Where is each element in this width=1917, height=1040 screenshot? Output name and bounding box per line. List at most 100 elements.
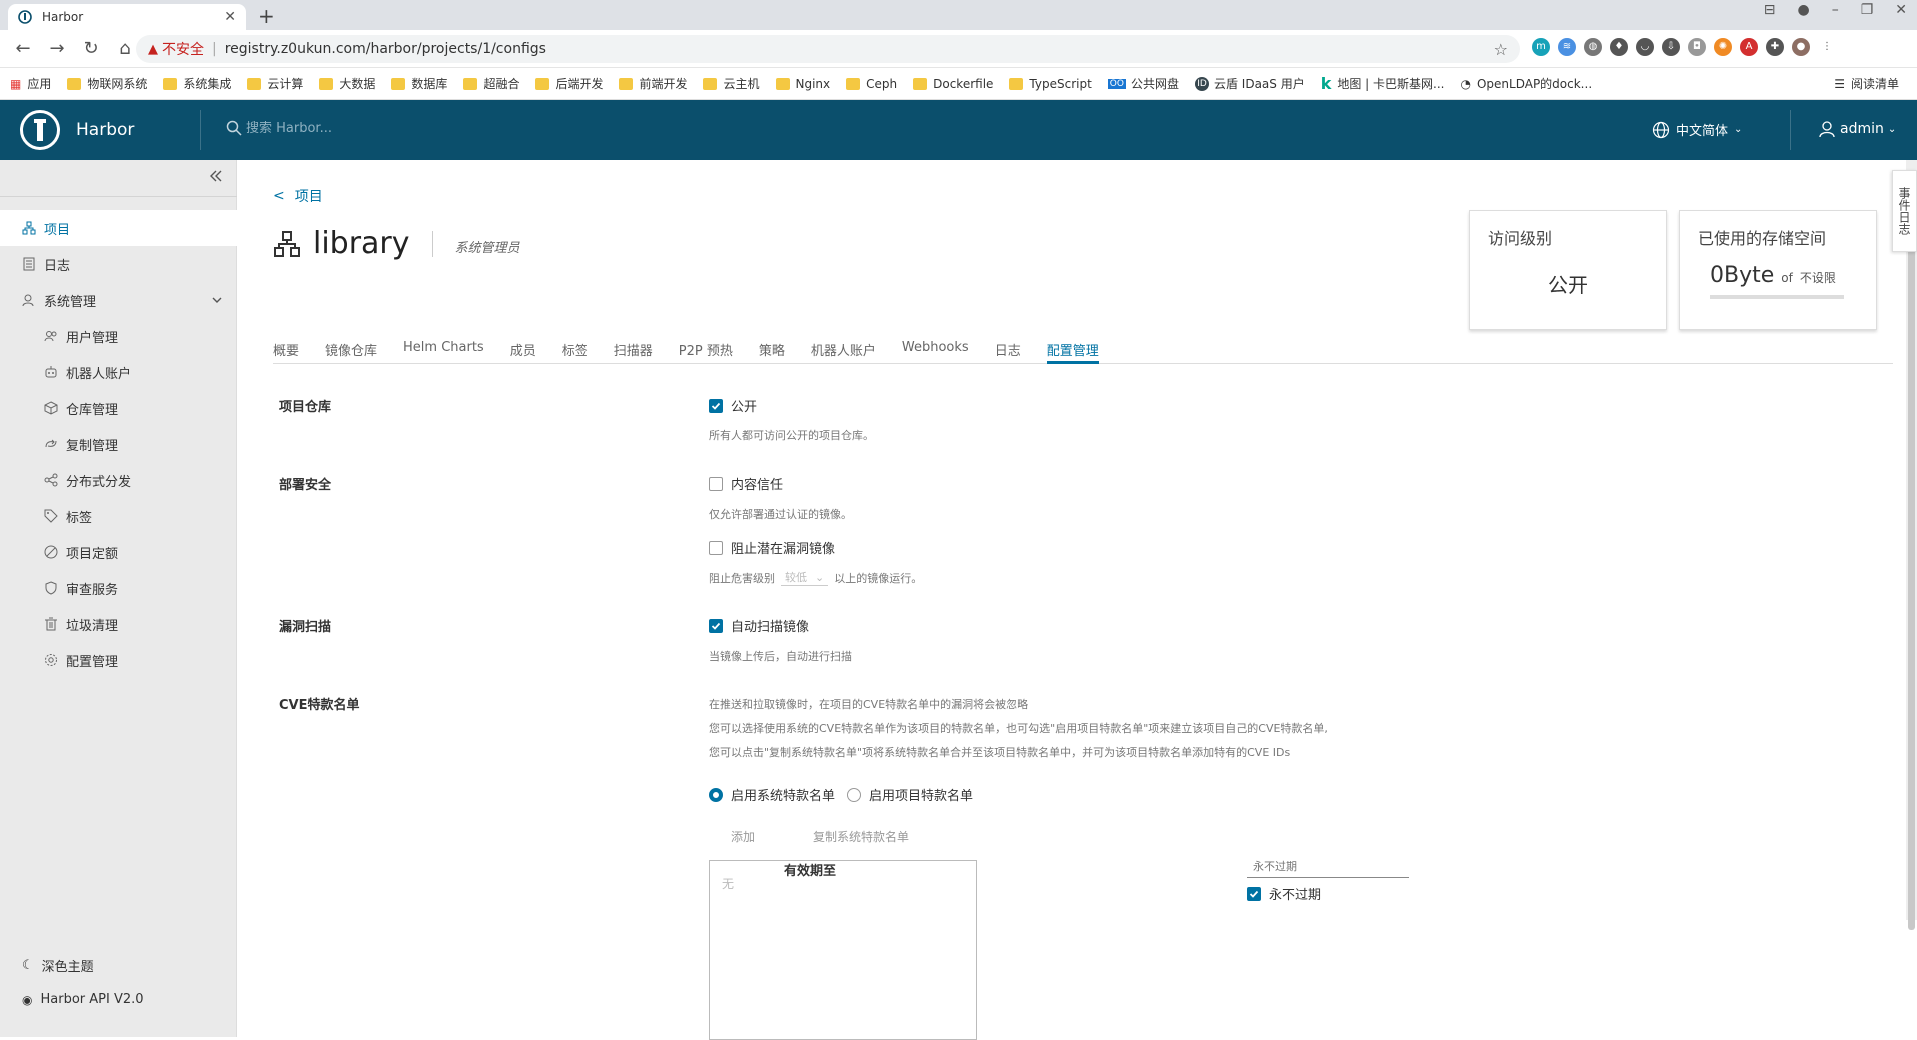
bookmark-folder[interactable]: Ceph <box>846 77 897 91</box>
sidebar-item-logs[interactable]: 日志 <box>0 246 237 282</box>
tab-labels[interactable]: 标签 <box>562 336 588 364</box>
search-input[interactable] <box>246 120 406 136</box>
project-allowlist-radio[interactable]: 启用项目特款名单 <box>847 785 973 804</box>
copy-system-allowlist-button[interactable]: 复制系统特款名单 <box>813 828 909 845</box>
profile-icon[interactable]: ⊟ <box>1764 2 1776 18</box>
add-cve-button[interactable]: 添加 <box>731 828 755 845</box>
bookmark-folder[interactable]: 系统集成 <box>163 75 231 92</box>
restore-icon[interactable]: ❐ <box>1861 2 1874 18</box>
sidebar-item-quotas[interactable]: 项目定额 <box>0 534 237 570</box>
tab-policy[interactable]: 策略 <box>759 336 785 364</box>
bookmark-folder[interactable]: 大数据 <box>319 75 375 92</box>
event-log-tab[interactable]: 事件日志 <box>1892 170 1917 252</box>
extension-cup-icon[interactable]: ◘ <box>1688 38 1706 56</box>
bookmark-folder[interactable]: TypeScript <box>1009 77 1092 91</box>
cve-desc-1: 在推送和拉取镜像时，在项目的CVE特款名单中的漏洞将会被忽略 <box>709 698 1029 711</box>
url-bar[interactable]: ▲ 不安全 | registry.z0ukun.com/harbor/proje… <box>136 35 1520 63</box>
tab-p2p-preheat[interactable]: P2P 预热 <box>679 336 733 364</box>
user-menu[interactable]: admin ⌄ <box>1818 120 1896 138</box>
tab-configuration[interactable]: 配置管理 <box>1046 336 1099 364</box>
globe-icon <box>1652 121 1670 138</box>
bookmark-folder[interactable]: 物联网系统 <box>67 75 147 92</box>
tab-close-icon[interactable]: ✕ <box>224 9 236 25</box>
sidebar-item-robots[interactable]: 机器人账户 <box>0 354 237 390</box>
bookmark-apps[interactable]: ▦ 应用 <box>10 75 51 92</box>
profile-avatar-icon[interactable]: ● <box>1792 38 1810 56</box>
minimize-icon[interactable]: – <box>1832 2 1839 18</box>
browser-menu-icon[interactable]: ⋮ <box>1818 38 1836 56</box>
adblock-icon[interactable]: A <box>1740 38 1758 56</box>
app-name[interactable]: Harbor <box>76 120 134 140</box>
tab-logs[interactable]: 日志 <box>995 336 1021 364</box>
bookmark-folder[interactable]: 云计算 <box>247 75 303 92</box>
bookmark-folder[interactable]: Dockerfile <box>913 77 993 91</box>
window-close-icon[interactable]: ✕ <box>1895 2 1907 18</box>
bookmark-link[interactable]: k 地图 | 卡巴斯基网... <box>1321 74 1445 93</box>
severity-select[interactable]: 较低 ⌄ <box>781 569 829 586</box>
tab-repositories[interactable]: 镜像仓库 <box>325 336 377 364</box>
auto-scan-checkbox[interactable]: 自动扫描镜像 <box>709 616 809 635</box>
back-to-projects-link[interactable]: < 项目 <box>273 186 323 206</box>
sidebar-item-labels[interactable]: 标签 <box>0 498 237 534</box>
sidebar-item-admin[interactable]: 系统管理 <box>0 282 237 318</box>
sidebar-item-configuration[interactable]: 配置管理 <box>0 642 237 678</box>
bookmark-link[interactable]: ID 云盾 IDaaS 用户 <box>1194 75 1305 92</box>
prevent-vulnerable-checkbox[interactable]: 阻止潜在漏洞镜像 <box>709 538 835 557</box>
system-allowlist-radio[interactable]: 启用系统特款名单 <box>709 785 835 804</box>
collapse-sidebar-icon[interactable] <box>208 168 228 188</box>
api-info-icon: ◉ <box>22 992 33 1007</box>
extension-bulb-icon[interactable]: ♦ <box>1610 38 1628 56</box>
download-icon[interactable]: ● <box>1797 2 1809 18</box>
reload-icon[interactable]: ↻ <box>78 36 104 62</box>
expire-date-input[interactable] <box>1247 856 1409 878</box>
chevron-left-icon: < <box>273 188 285 204</box>
tab-helm-charts[interactable]: Helm Charts <box>403 336 484 364</box>
extension-globe-icon[interactable]: ◍ <box>1584 38 1602 56</box>
sidebar-item-users[interactable]: 用户管理 <box>0 318 237 354</box>
never-expire-checkbox[interactable]: 永不过期 <box>1247 884 1321 903</box>
sidebar-item-replications[interactable]: 复制管理 <box>0 426 237 462</box>
home-icon[interactable]: ⌂ <box>112 36 138 62</box>
tab-robot-accounts[interactable]: 机器人账户 <box>811 336 876 364</box>
extension-save-icon[interactable]: ⇩ <box>1662 38 1680 56</box>
tab-webhooks[interactable]: Webhooks <box>902 336 969 364</box>
sidebar-item-projects[interactable]: 项目 <box>0 210 237 246</box>
bookmark-folder[interactable]: 前端开发 <box>619 75 687 92</box>
new-tab-icon[interactable]: + <box>258 4 275 28</box>
sidebar-item-interrogation[interactable]: 审查服务 <box>0 570 237 606</box>
storage-title: 已使用的存储空间 <box>1698 229 1827 248</box>
browser-tab[interactable]: Harbor ✕ <box>8 4 246 30</box>
sidebar-item-registries[interactable]: 仓库管理 <box>0 390 237 426</box>
extension-layers-icon[interactable]: ≋ <box>1558 38 1576 56</box>
extension-m-icon[interactable]: m <box>1532 38 1550 56</box>
scrollbar-thumb[interactable] <box>1908 170 1915 930</box>
bookmark-link[interactable]: OO 公共网盘 <box>1107 75 1179 92</box>
bookmark-folder[interactable]: 超融合 <box>463 75 519 92</box>
bookmark-star-icon[interactable]: ☆ <box>1494 40 1508 59</box>
tab-members[interactable]: 成员 <box>510 336 536 364</box>
sidebar-item-gc[interactable]: 垃圾清理 <box>0 606 237 642</box>
public-checkbox[interactable]: 公开 <box>709 396 757 415</box>
chevron-down-icon: ⌄ <box>815 570 825 584</box>
tab-summary[interactable]: 概要 <box>273 336 299 364</box>
reading-list[interactable]: ☰ 阅读清单 <box>1834 75 1899 92</box>
extension-pocket-icon[interactable]: ◡ <box>1636 38 1654 56</box>
quota-icon <box>44 545 58 559</box>
bookmark-link[interactable]: ◔ OpenLDAP的dock... <box>1460 75 1592 92</box>
extension-sun-icon[interactable]: ✺ <box>1714 38 1732 56</box>
api-link[interactable]: ◉ Harbor API V2.0 <box>22 992 144 1007</box>
harbor-logo-icon[interactable] <box>20 110 60 150</box>
bookmark-folder[interactable]: 云主机 <box>703 75 760 92</box>
tab-scanner[interactable]: 扫描器 <box>614 336 653 364</box>
language-selector[interactable]: 中文简体 ⌄ <box>1652 120 1742 139</box>
folder-icon <box>391 77 406 90</box>
dark-theme-toggle[interactable]: ☾ 深色主题 <box>22 956 94 975</box>
back-icon[interactable]: ← <box>10 36 36 62</box>
sidebar-item-distributions[interactable]: 分布式分发 <box>0 462 237 498</box>
bookmark-folder[interactable]: 数据库 <box>391 75 447 92</box>
bookmark-folder[interactable]: 后端开发 <box>535 75 603 92</box>
bookmark-folder[interactable]: Nginx <box>775 77 830 91</box>
forward-icon[interactable]: → <box>44 36 70 62</box>
content-trust-checkbox[interactable]: 内容信任 <box>709 474 783 493</box>
extensions-puzzle-icon[interactable]: ✚ <box>1766 38 1784 56</box>
